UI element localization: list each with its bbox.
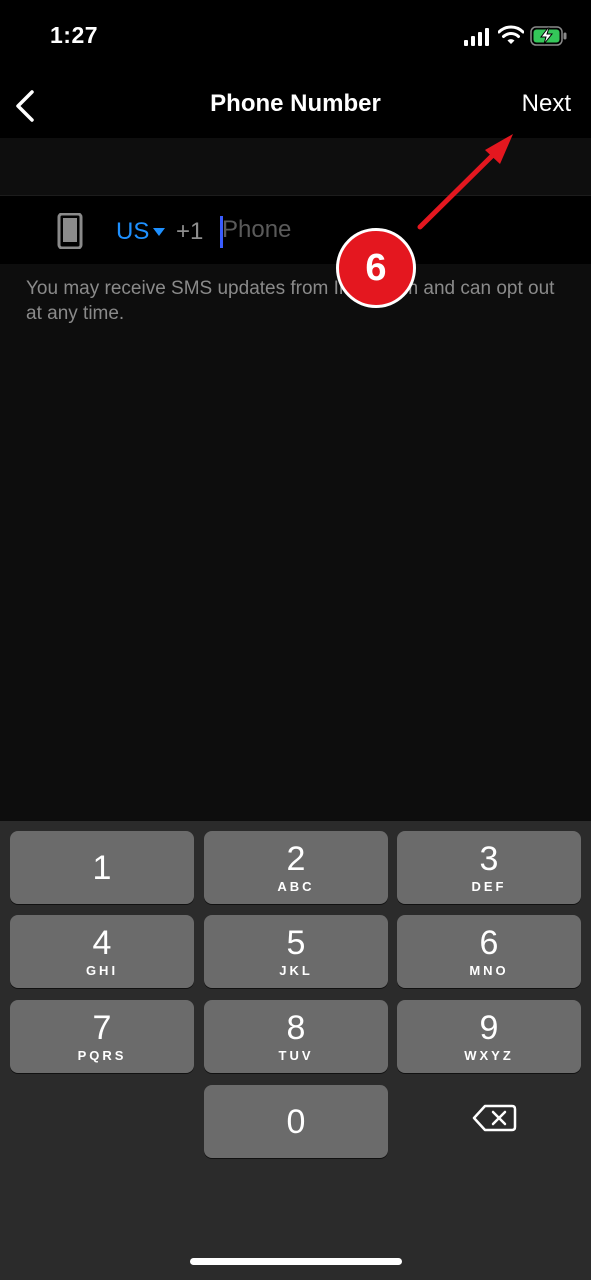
key-2[interactable]: 2 ABC xyxy=(204,831,388,904)
key-letters: JKL xyxy=(279,963,313,978)
key-digit: 1 xyxy=(92,848,112,887)
key-8[interactable]: 8 TUV xyxy=(204,1000,388,1073)
key-3[interactable]: 3 DEF xyxy=(397,831,581,904)
key-letters: GHI xyxy=(85,963,119,978)
key-letters: PQRS xyxy=(77,1048,127,1063)
battery-charging-icon xyxy=(530,26,567,46)
key-digit: 4 xyxy=(92,924,112,962)
key-9[interactable]: 9 WXYZ xyxy=(397,1000,581,1073)
wifi-icon xyxy=(498,25,524,44)
key-4[interactable]: 4 GHI xyxy=(10,915,194,988)
key-0[interactable]: 0 xyxy=(204,1085,388,1158)
dial-code: +1 xyxy=(176,218,204,245)
dropdown-caret-icon xyxy=(153,228,166,236)
sms-notice-text: You may receive SMS updates from Instagr… xyxy=(26,278,555,324)
key-digit: 9 xyxy=(479,1009,499,1047)
status-bar: 1:27 xyxy=(0,0,591,76)
key-letters: DEF xyxy=(471,879,507,894)
key-5[interactable]: 5 JKL xyxy=(204,915,388,988)
page-title: Phone Number xyxy=(210,90,381,117)
next-button[interactable]: Next xyxy=(522,90,571,118)
key-digit: 5 xyxy=(286,924,306,962)
key-7[interactable]: 7 PQRS xyxy=(10,1000,194,1073)
backspace-delete-icon[interactable] xyxy=(470,1100,518,1136)
key-letters: ABC xyxy=(277,879,315,894)
key-digit: 2 xyxy=(286,840,306,878)
phone-input-row: US +1 xyxy=(0,196,591,264)
status-time: 1:27 xyxy=(50,22,99,48)
key-6[interactable]: 6 MNO xyxy=(397,915,581,988)
home-indicator[interactable] xyxy=(190,1258,402,1265)
key-digit: 0 xyxy=(286,1102,306,1141)
key-digit: 6 xyxy=(479,924,499,962)
key-letters: TUV xyxy=(278,1048,314,1063)
key-letters: WXYZ xyxy=(464,1048,514,1063)
section-spacer xyxy=(0,138,591,196)
step-number-badge: 6 xyxy=(336,228,416,308)
navigation-bar: Phone Number Next xyxy=(0,76,591,138)
country-label: US xyxy=(116,218,150,245)
key-digit: 7 xyxy=(92,1009,112,1047)
smartphone-icon xyxy=(57,213,83,249)
key-1[interactable]: 1 xyxy=(10,831,194,904)
cellular-signal-icon xyxy=(464,28,490,46)
numeric-keypad: 1 2 ABC 3 DEF 4 GHI 5 JKL 6 MNO 7 PQRS 8… xyxy=(0,821,591,1280)
country-code-selector[interactable]: US xyxy=(116,218,166,246)
key-digit: 3 xyxy=(479,840,499,878)
key-digit: 8 xyxy=(286,1009,306,1047)
key-letters: MNO xyxy=(469,963,509,978)
